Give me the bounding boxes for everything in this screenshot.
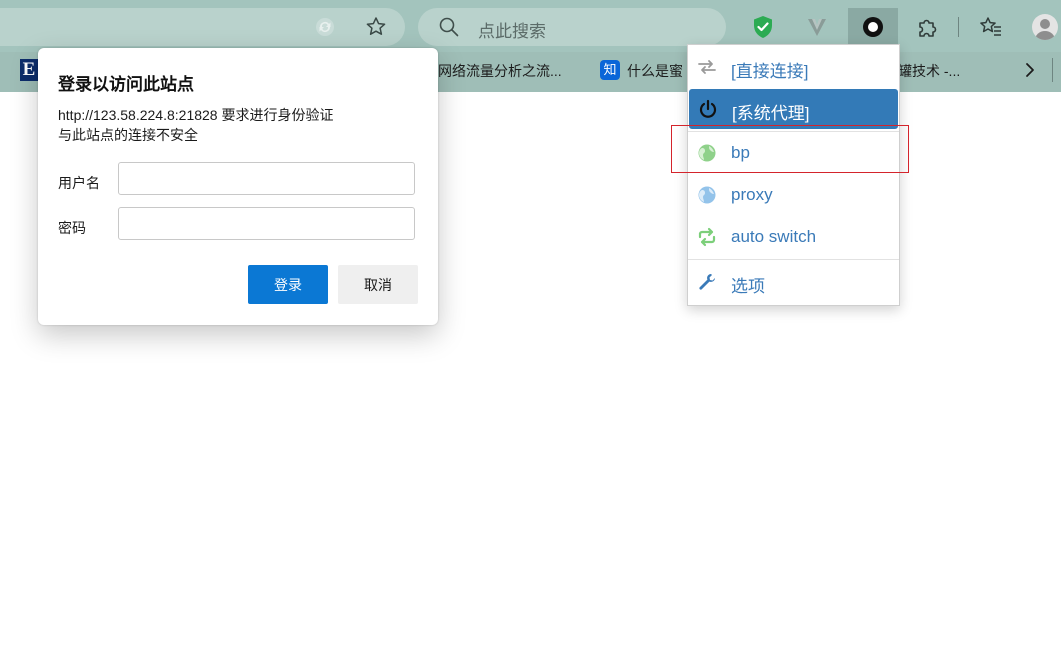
wrench-icon bbox=[699, 274, 715, 290]
dialog-title: 登录以访问此站点 bbox=[58, 75, 194, 94]
bookmark-e-logo-icon[interactable]: E bbox=[20, 59, 38, 81]
avatar-person-icon bbox=[1035, 19, 1055, 40]
proxy-menu: [直接连接] [系统代理] bp proxy auto switch 选项 bbox=[687, 44, 900, 306]
bookmarks-separator bbox=[1052, 58, 1053, 82]
puzzle-extension-icon[interactable] bbox=[915, 14, 941, 40]
bookmark-item[interactable]: 什么是蜜 bbox=[627, 61, 683, 81]
bookmark-zhihu-icon[interactable]: 知 bbox=[600, 60, 620, 80]
password-input[interactable] bbox=[118, 207, 415, 240]
menu-item-system-proxy[interactable]: [系统代理] bbox=[689, 89, 898, 129]
bookmark-item[interactable]: 罐技术 -... bbox=[898, 61, 960, 81]
menu-item-proxy[interactable]: proxy bbox=[688, 175, 899, 215]
login-dialog: 登录以访问此站点 http://123.58.224.8:21828 要求进行身… bbox=[38, 48, 438, 325]
login-button[interactable]: 登录 bbox=[248, 265, 328, 304]
auto-switch-icon bbox=[698, 227, 716, 247]
menu-item-label: [直接连接] bbox=[731, 62, 809, 81]
menu-item-label: auto switch bbox=[731, 227, 817, 246]
bookmark-item[interactable]: 网络流量分析之流... bbox=[438, 61, 562, 81]
menu-item-options[interactable]: 选项 bbox=[688, 262, 899, 302]
dialog-message-insecure: 与此站点的连接不安全 bbox=[58, 127, 198, 143]
search-box[interactable] bbox=[418, 8, 726, 46]
favorites-icon[interactable] bbox=[978, 14, 1004, 40]
menu-divider bbox=[688, 259, 899, 260]
cancel-button[interactable]: 取消 bbox=[338, 265, 418, 304]
password-label: 密码 bbox=[58, 220, 86, 236]
refresh-icon[interactable] bbox=[313, 15, 337, 39]
dialog-message-auth: http://123.58.224.8:21828 要求进行身份验证 bbox=[58, 107, 334, 123]
arrows-swap-icon bbox=[698, 60, 716, 74]
username-label: 用户名 bbox=[58, 175, 100, 191]
shield-check-icon[interactable] bbox=[750, 14, 776, 40]
globe-icon bbox=[698, 186, 716, 204]
menu-item-label: proxy bbox=[731, 185, 773, 204]
highlight-box-annotation bbox=[671, 125, 909, 173]
proxy-switch-icon[interactable] bbox=[860, 14, 886, 40]
menu-item-label: 选项 bbox=[731, 277, 765, 296]
favorite-star-icon[interactable] bbox=[364, 15, 388, 39]
address-bar[interactable] bbox=[0, 8, 405, 46]
menu-item-label: [系统代理] bbox=[732, 104, 810, 123]
profile-avatar[interactable] bbox=[1032, 14, 1058, 40]
menu-item-auto-switch[interactable]: auto switch bbox=[688, 217, 899, 257]
toolbar-separator bbox=[958, 17, 959, 37]
search-placeholder[interactable]: 点此搜索 bbox=[478, 17, 546, 42]
chevron-right-icon[interactable] bbox=[1022, 60, 1038, 80]
username-input[interactable] bbox=[118, 162, 415, 195]
power-icon bbox=[699, 99, 717, 118]
v-extension-icon[interactable] bbox=[804, 14, 830, 40]
search-icon bbox=[439, 17, 459, 37]
menu-item-direct[interactable]: [直接连接] bbox=[688, 47, 899, 87]
